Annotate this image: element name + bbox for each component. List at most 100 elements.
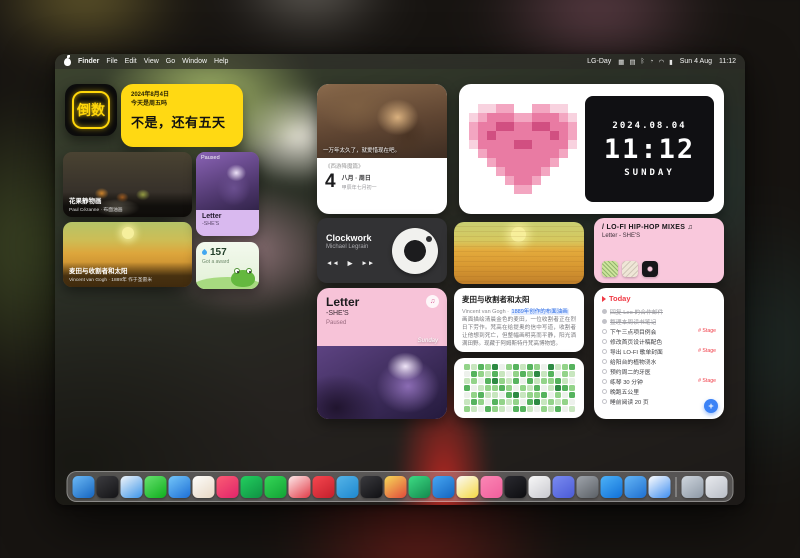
window-tiling-icon[interactable]: ▤ <box>629 58 635 66</box>
dock-icon-launchpad[interactable] <box>97 476 119 498</box>
contribution-cell <box>562 406 568 412</box>
countdown-widget[interactable]: 2024年8月4日 今天是周五吗 不是，还有五天 <box>121 84 243 147</box>
todo-checkbox[interactable] <box>602 379 607 384</box>
add-todo-button[interactable]: + <box>704 399 718 413</box>
todo-checkbox[interactable] <box>602 329 607 334</box>
contribution-cell <box>492 371 498 377</box>
dock-icon-vscode[interactable] <box>433 476 455 498</box>
todo-item[interactable]: 回复 Leo 的合作邮件 <box>602 306 716 316</box>
contribution-cell <box>555 399 561 405</box>
contribution-cell <box>534 392 540 398</box>
dock-icon-settings[interactable] <box>577 476 599 498</box>
album-thumb-1[interactable] <box>602 261 618 277</box>
dock-icon-music[interactable] <box>217 476 239 498</box>
contribution-cell <box>478 385 484 391</box>
status-label[interactable]: LG-Day <box>587 58 611 65</box>
dock-icon-netease-music[interactable] <box>313 476 335 498</box>
dock-icon-mail[interactable] <box>169 476 191 498</box>
today-todo-widget[interactable]: Today 回复 Leo 的合作邮件整理本周读书笔记下午三点项目例会# Stag… <box>594 288 724 419</box>
movie-quote-widget[interactable]: 一万年太久了，就爱惜现在吧。 《西游降魔篇》 4 八月 · 周日 甲辰年七月初一 <box>317 84 447 214</box>
todo-item[interactable]: 预约周二的牙医 <box>602 366 716 376</box>
todo-item[interactable]: 下午三点项目例会# Stage <box>602 326 716 336</box>
dock-icon-discord[interactable] <box>553 476 575 498</box>
contribution-cell <box>492 364 498 370</box>
menu-time[interactable]: 11:12 <box>719 58 736 65</box>
countdown-app-icon[interactable]: 倒数 <box>65 84 117 136</box>
bluetooth-icon[interactable]: ᛒ <box>641 58 645 66</box>
dock-icon-finder[interactable] <box>73 476 95 498</box>
album-thumb-3[interactable] <box>642 261 658 277</box>
wifi-icon[interactable]: ◠ <box>658 58 664 66</box>
dock-icon-terminal[interactable] <box>361 476 383 498</box>
menu-view[interactable]: View <box>144 58 159 65</box>
dock-icon-spotify[interactable] <box>241 476 263 498</box>
todo-checkbox[interactable] <box>602 399 607 404</box>
dock-icon-qq[interactable] <box>289 476 311 498</box>
todo-checkbox[interactable] <box>602 339 607 344</box>
painting-info-widget[interactable]: 麦田与收割者和太阳 Vincent van Gogh · 1889年创作的布面油… <box>454 288 584 352</box>
todo-item[interactable]: 导出 LO-FI 歌单封面# Stage <box>602 346 716 356</box>
dock-icon-downloads[interactable] <box>682 476 704 498</box>
dock-icon-chrome[interactable] <box>385 476 407 498</box>
clockwork-player-widget[interactable]: Clockwork Michael Legrain ◄◄ ► ►► <box>317 218 447 283</box>
dock-icon-trash[interactable] <box>706 476 728 498</box>
dock-icon-appstore[interactable] <box>601 476 623 498</box>
contribution-graph-widget[interactable] <box>454 358 584 418</box>
art-widget-cezanne[interactable]: 花果静物画 Paul Cézanne · 布面油画 <box>63 152 192 217</box>
previous-button[interactable]: ◄◄ <box>326 260 339 267</box>
lofi-playlist-widget[interactable]: / LO-FI HIP-HOP MIXES ♫ Letter - SHE'S <box>594 218 724 283</box>
pet-widget[interactable]: 157 Got a award <box>196 242 259 289</box>
heart-clock-widget[interactable]: 2024.08.04 11:12 SUNDAY <box>459 84 724 214</box>
todo-tag: # Stage <box>698 378 716 384</box>
menu-help[interactable]: Help <box>214 58 228 65</box>
menu-go[interactable]: Go <box>166 58 175 65</box>
todo-checkbox[interactable] <box>602 369 607 374</box>
todo-checkbox[interactable] <box>602 349 607 354</box>
todo-item[interactable]: 练琴 30 分钟# Stage <box>602 376 716 386</box>
control-center-icon[interactable]: ◔ <box>650 58 654 66</box>
contribution-cell <box>471 378 477 384</box>
dock-icon-notes[interactable] <box>457 476 479 498</box>
van-gogh-painting-widget[interactable] <box>454 222 584 284</box>
dock-icon-evernote[interactable] <box>409 476 431 498</box>
todo-item[interactable]: 晚跑五公里 <box>602 386 716 396</box>
dock-icon-telegram[interactable] <box>337 476 359 498</box>
play-button[interactable]: ► <box>346 258 354 268</box>
stage-manager-icon[interactable]: ▦ <box>618 58 624 66</box>
album-thumb-2[interactable] <box>622 261 638 277</box>
battery-icon[interactable]: ▮ <box>669 58 673 66</box>
todo-checkbox[interactable] <box>602 319 607 324</box>
todo-checkbox[interactable] <box>602 389 607 394</box>
next-button[interactable]: ►► <box>361 260 374 267</box>
active-app-name[interactable]: Finder <box>78 58 99 65</box>
todo-checkbox[interactable] <box>602 359 607 364</box>
dock-icon-figma[interactable] <box>529 476 551 498</box>
todo-item[interactable]: 睡前阅读 20 页 <box>602 396 716 406</box>
desktop-stage: Finder File Edit View Go Window Help LG-Day ▦… <box>0 0 800 558</box>
dock-icon-weather[interactable] <box>625 476 647 498</box>
dock-icon-safari[interactable] <box>121 476 143 498</box>
clockwork-artist: Michael Legrain <box>326 244 374 250</box>
dock-icon-photos[interactable] <box>193 476 215 498</box>
contribution-cell <box>548 378 554 384</box>
dock-icon-bilibili[interactable] <box>481 476 503 498</box>
lofi-subtitle: Letter - SHE'S <box>602 233 716 239</box>
todo-item[interactable]: 整理本周读书笔记 <box>602 316 716 326</box>
dock-icon-messages[interactable] <box>145 476 167 498</box>
menu-edit[interactable]: Edit <box>125 58 137 65</box>
art-widget-van-gogh[interactable]: 麦田与收割者和太阳 Vincent van Gogh · 1889年 作于圣雷米 <box>63 222 192 287</box>
dock-icon-keynote[interactable] <box>649 476 671 498</box>
apple-menu-icon[interactable] <box>64 58 71 66</box>
todo-item[interactable]: 给阳台的植物浇水 <box>602 356 716 366</box>
todo-checkbox[interactable] <box>602 309 607 314</box>
letter-overlay-text: Sunday <box>418 338 438 344</box>
todo-item[interactable]: 修改首页设计稿配色 <box>602 336 716 346</box>
menu-date[interactable]: Sun 4 Aug <box>680 58 712 65</box>
dock-icon-douyin[interactable] <box>505 476 527 498</box>
letter-player-widget[interactable]: Letter -SHE'S Paused ♫ Sunday <box>317 288 447 419</box>
painting-link[interactable]: 1889年创作的布面油画 <box>511 309 569 315</box>
menu-window[interactable]: Window <box>182 58 207 65</box>
dock-icon-wechat[interactable] <box>265 476 287 498</box>
menu-file[interactable]: File <box>106 58 117 65</box>
mini-music-widget[interactable]: Paused Letter -SHE'S <box>196 152 259 236</box>
